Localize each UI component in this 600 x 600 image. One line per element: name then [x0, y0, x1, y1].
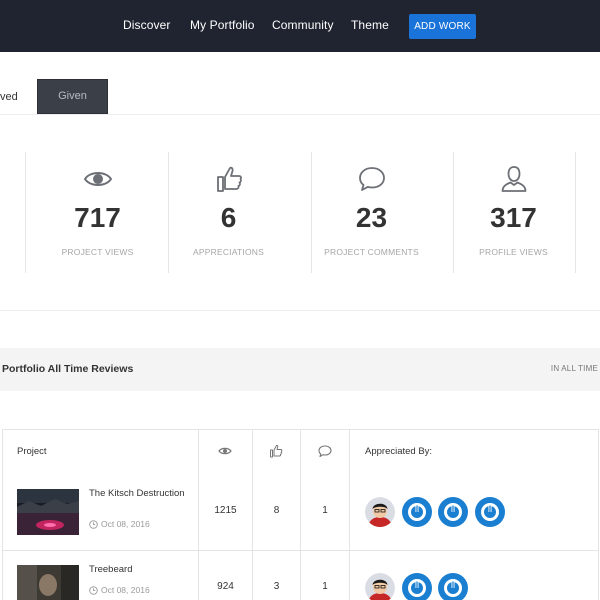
project-date: Oct 08, 2016 [89, 585, 150, 595]
stat-appreciations: 6 APPRECIATIONS [157, 152, 300, 273]
stat-value: 717 [74, 202, 121, 233]
cartoon-avatar[interactable] [365, 573, 395, 600]
column-divider [349, 429, 350, 600]
project-thumbnail[interactable] [17, 565, 79, 600]
clock-icon [89, 585, 98, 595]
project-thumbnail[interactable] [17, 489, 79, 535]
stat-label: PROJECT VIEWS [61, 247, 134, 257]
cell-views: 1215 [214, 505, 237, 516]
cartoon-avatar[interactable] [365, 497, 395, 527]
stat-value: 6 [220, 202, 237, 233]
thumbs-up-icon[interactable] [269, 444, 283, 458]
power-icon[interactable] [402, 573, 432, 600]
power-icon[interactable] [438, 497, 468, 527]
power-icon[interactable] [402, 497, 432, 527]
header-project[interactable]: Project [17, 446, 47, 457]
cell-comments: 1 [322, 505, 328, 516]
time-range-selector[interactable]: IN ALL TIME [551, 364, 598, 373]
eye-icon[interactable] [218, 444, 232, 458]
cell-views: 924 [217, 581, 234, 592]
project-date-text: Oct 08, 2016 [101, 585, 150, 595]
stat-label: PROFILE VIEWS [479, 247, 548, 257]
tabs-divider [0, 114, 600, 115]
stat-divider [575, 152, 576, 273]
project-date-text: Oct 08, 2016 [101, 519, 150, 529]
stat-project-comments: 23 PROJECT COMMENTS [300, 152, 443, 273]
stat-label: PROJECT COMMENTS [324, 247, 419, 257]
nav-theme[interactable]: Theme [351, 18, 389, 32]
clock-icon [89, 519, 98, 529]
power-icon[interactable] [475, 497, 505, 527]
project-title[interactable]: The Kitsch Destruction [89, 488, 189, 500]
project-title[interactable]: Treebeard [89, 564, 189, 576]
top-navigation: Discover My Portfolio Community Theme AD… [0, 0, 600, 52]
project-date: Oct 08, 2016 [89, 519, 150, 529]
stat-value: 317 [490, 202, 537, 233]
stat-label: APPRECIATIONS [193, 247, 264, 257]
speech-bubble-icon[interactable] [318, 444, 332, 458]
header-appreciated-by: Appreciated By: [365, 446, 433, 457]
cell-comments: 1 [322, 581, 328, 592]
speech-bubble-icon [358, 167, 385, 191]
cell-appreciations: 3 [273, 581, 280, 592]
power-icon[interactable] [438, 573, 468, 600]
nav-discover[interactable]: Discover [123, 18, 170, 32]
stat-value: 23 [355, 202, 388, 233]
tab-received[interactable]: ved [0, 80, 38, 114]
add-work-button[interactable]: ADD WORK [409, 14, 476, 39]
stats-divider [0, 310, 600, 311]
stat-project-views: 717 PROJECT VIEWS [26, 152, 169, 273]
nav-my-portfolio[interactable]: My Portfolio [190, 18, 255, 32]
thumbs-up-icon [216, 166, 242, 192]
tab-given[interactable]: Given [37, 79, 108, 114]
section-header: Portfolio All Time Reviews IN ALL TIME [0, 348, 600, 391]
section-title: Portfolio All Time Reviews [2, 363, 134, 375]
row-divider [2, 550, 599, 551]
eye-icon [83, 172, 112, 186]
stat-profile-views: 317 PROFILE VIEWS [442, 152, 585, 273]
user-icon [501, 166, 526, 192]
nav-community[interactable]: Community [272, 18, 334, 32]
cell-appreciations: 8 [273, 505, 280, 516]
